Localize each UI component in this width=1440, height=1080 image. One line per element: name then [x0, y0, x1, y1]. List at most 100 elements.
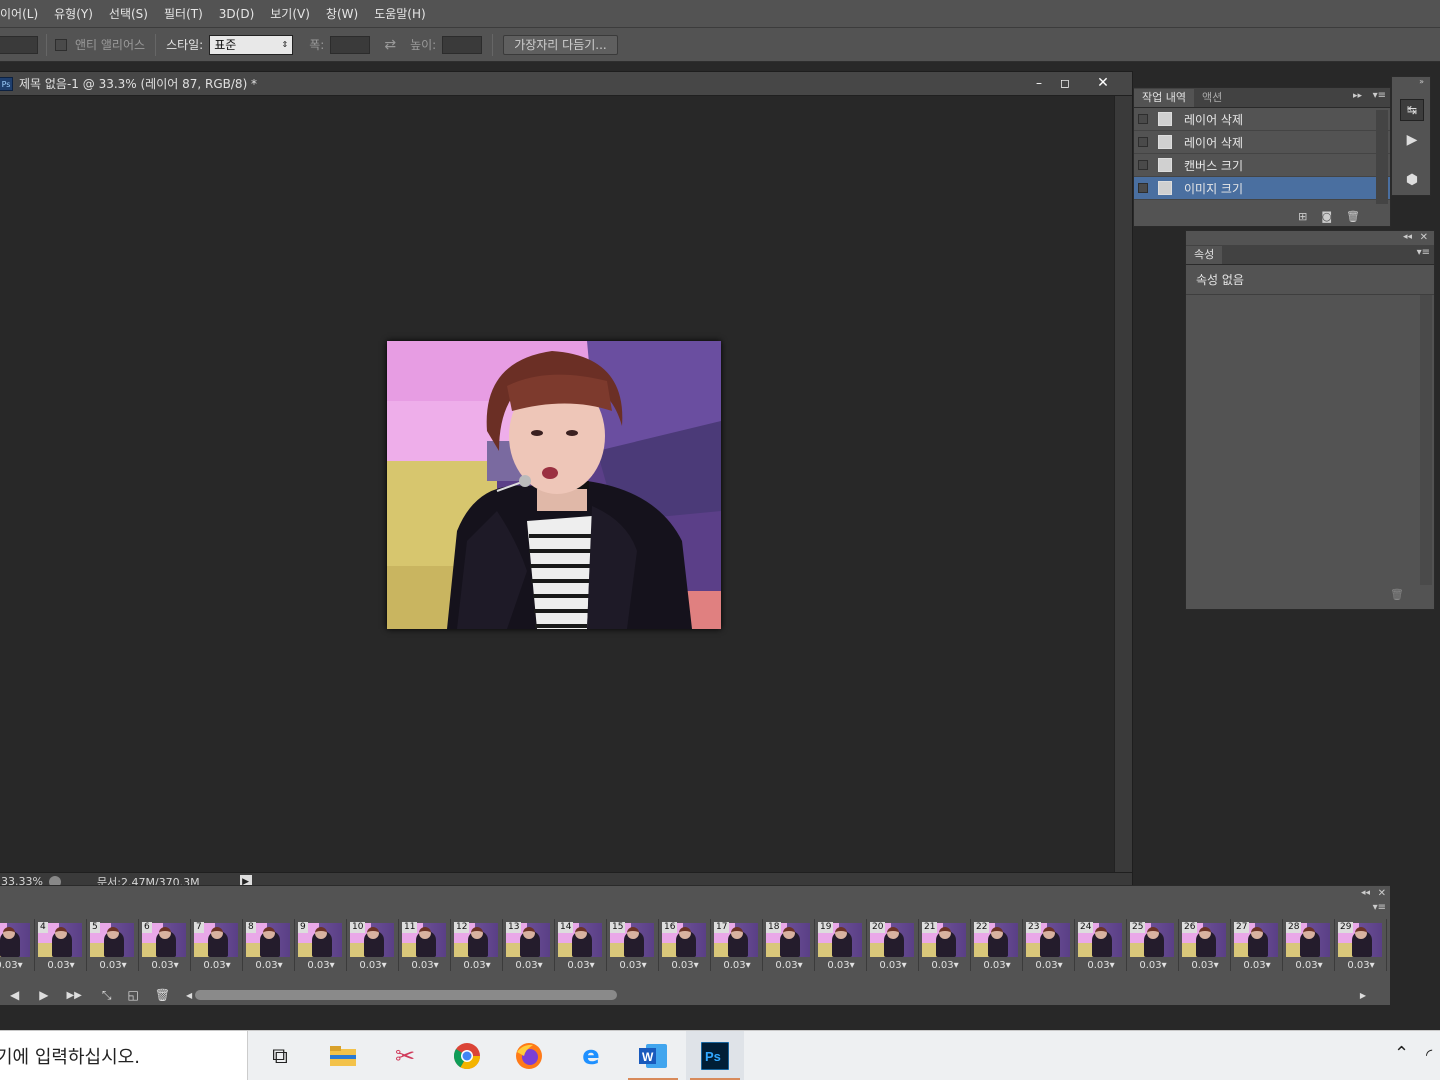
menu-view[interactable]: 보기(V) — [262, 5, 318, 22]
tab-actions[interactable]: 액션 — [1194, 89, 1230, 107]
timeline-frame[interactable]: 29 0.03▾ — [1335, 919, 1387, 971]
history-item[interactable]: 레이어 삭제 — [1134, 108, 1390, 131]
menu-window[interactable]: 창(W) — [318, 5, 366, 22]
frame-delay[interactable]: 0.03▾ — [399, 960, 451, 971]
panel-collapse-arrows-icon[interactable]: » — [1419, 77, 1424, 86]
timeline-frame[interactable]: 4 0.03▾ — [35, 919, 87, 971]
timeline-frame[interactable]: 5 0.03▾ — [87, 919, 139, 971]
trash-icon[interactable]: 🗑 — [155, 988, 170, 1002]
feather-field[interactable] — [0, 35, 38, 54]
timeline-frame[interactable]: 0.03▾ — [0, 919, 35, 971]
menu-help[interactable]: 도움말(H) — [366, 5, 434, 22]
timeline-frame[interactable]: 27 0.03▾ — [1231, 919, 1283, 971]
timeline-frame[interactable]: 21 0.03▾ — [919, 919, 971, 971]
word-icon[interactable]: W — [624, 1031, 682, 1080]
3d-panel-icon[interactable]: ⬢ — [1400, 169, 1424, 191]
panel-expand-icon[interactable]: ▸▸ — [1353, 91, 1362, 101]
timeline-frame[interactable]: 9 0.03▾ — [295, 919, 347, 971]
frame-delay[interactable]: 0.03▾ — [659, 960, 711, 971]
style-select[interactable]: 표준 ⇕ — [209, 34, 294, 55]
frame-delay[interactable]: 0.03▾ — [763, 960, 815, 971]
minimize-button[interactable]: – — [1026, 74, 1052, 92]
timeline-frame[interactable]: 15 0.03▾ — [607, 919, 659, 971]
frame-delay[interactable]: 0.03▾ — [243, 960, 295, 971]
properties-scrollbar[interactable] — [1420, 295, 1432, 585]
frame-delay[interactable]: 0.03▾ — [191, 960, 243, 971]
history-snapshot-checkbox[interactable] — [1138, 137, 1148, 147]
frame-delay[interactable]: 0.03▾ — [815, 960, 867, 971]
internet-explorer-icon[interactable]: e — [562, 1031, 620, 1080]
maximize-button[interactable]: ◻ — [1052, 74, 1078, 92]
history-item[interactable]: 레이어 삭제 — [1134, 131, 1390, 154]
chevron-up-icon[interactable]: ⌃ — [1394, 1043, 1409, 1064]
frame-delay[interactable]: 0.03▾ — [1283, 960, 1335, 971]
vertical-scrollbar[interactable] — [1114, 96, 1132, 874]
frame-delay[interactable]: 0.03▾ — [139, 960, 191, 971]
menu-type[interactable]: 유형(Y) — [46, 5, 101, 22]
timeline-frame[interactable]: 20 0.03▾ — [867, 919, 919, 971]
history-scrollbar[interactable] — [1376, 110, 1388, 204]
timeline-scrollbar-thumb[interactable] — [195, 990, 617, 1000]
frame-delay[interactable]: 0.03▾ — [555, 960, 607, 971]
trash-icon[interactable]: 🗑 — [1346, 210, 1360, 223]
frame-delay[interactable]: 0.03▾ — [1023, 960, 1075, 971]
timeline-frame[interactable]: 17 0.03▾ — [711, 919, 763, 971]
frame-delay[interactable]: 0.03▾ — [1231, 960, 1283, 971]
frame-delay[interactable]: 0.03▾ — [0, 960, 35, 971]
frame-delay[interactable]: 0.03▾ — [971, 960, 1023, 971]
frame-delay[interactable]: 0.03▾ — [711, 960, 763, 971]
history-snapshot-checkbox[interactable] — [1138, 114, 1148, 124]
scroll-left-icon[interactable]: ◀ — [186, 991, 192, 1000]
timeline-frame[interactable]: 26 0.03▾ — [1179, 919, 1231, 971]
chrome-icon[interactable] — [438, 1031, 496, 1080]
task-view-icon[interactable]: ⧉ — [251, 1031, 309, 1080]
frame-delay[interactable]: 0.03▾ — [87, 960, 139, 971]
tab-properties[interactable]: 속성 — [1186, 246, 1223, 264]
panel-menu-icon[interactable]: ▾≡ — [1373, 90, 1386, 101]
history-panel-icon[interactable]: ↹ — [1400, 99, 1424, 121]
snip-sketch-icon[interactable]: ✂ — [376, 1031, 434, 1080]
history-snapshot-checkbox[interactable] — [1138, 183, 1148, 193]
history-item-selected[interactable]: 이미지 크기 — [1134, 177, 1390, 200]
wifi-icon[interactable]: ◜ — [1426, 1045, 1432, 1064]
frame-delay[interactable]: 0.03▾ — [1127, 960, 1179, 971]
document-titlebar[interactable]: Ps 제목 없음-1 @ 33.3% (레이어 87, RGB/8) * – ◻… — [0, 72, 1132, 96]
timeline-frame[interactable]: 18 0.03▾ — [763, 919, 815, 971]
menu-3d[interactable]: 3D(D) — [211, 7, 262, 21]
timeline-frame[interactable]: 14 0.03▾ — [555, 919, 607, 971]
timeline-frame[interactable]: 11 0.03▾ — [399, 919, 451, 971]
frame-delay[interactable]: 0.03▾ — [347, 960, 399, 971]
tab-history[interactable]: 작업 내역 — [1134, 89, 1194, 107]
frame-delay[interactable]: 0.03▾ — [295, 960, 347, 971]
duplicate-frame-icon[interactable]: ◱ — [127, 988, 138, 1002]
frame-delay[interactable]: 0.03▾ — [451, 960, 503, 971]
history-snapshot-checkbox[interactable] — [1138, 160, 1148, 170]
trash-icon[interactable]: 🗑 — [1390, 588, 1404, 601]
frame-delay[interactable]: 0.03▾ — [1075, 960, 1127, 971]
timeline-frame[interactable]: 22 0.03▾ — [971, 919, 1023, 971]
tween-icon[interactable]: ⤡ — [102, 988, 112, 1003]
file-explorer-icon[interactable] — [314, 1031, 372, 1080]
timeline-frame[interactable]: 7 0.03▾ — [191, 919, 243, 971]
height-field[interactable] — [442, 35, 483, 54]
timeline-frame[interactable]: 25 0.03▾ — [1127, 919, 1179, 971]
panel-collapse-arrows-icon[interactable]: ◂◂ — [1403, 232, 1412, 242]
close-icon[interactable]: ✕ — [1420, 232, 1428, 243]
width-field[interactable] — [330, 35, 371, 54]
next-frame-icon[interactable]: ▶▶ — [66, 990, 81, 1001]
panel-menu-icon[interactable]: ▾≡ — [1373, 902, 1386, 913]
close-icon[interactable]: ✕ — [1378, 888, 1386, 899]
timeline-frame[interactable]: 24 0.03▾ — [1075, 919, 1127, 971]
frame-delay[interactable]: 0.03▾ — [867, 960, 919, 971]
swap-icon[interactable]: ⇄ — [384, 37, 396, 53]
camera-icon[interactable]: ◙ — [1321, 210, 1332, 223]
photoshop-taskbar-icon[interactable]: Ps — [686, 1031, 744, 1080]
frame-delay[interactable]: 0.03▾ — [1335, 960, 1387, 971]
timeline-frame[interactable]: 10 0.03▾ — [347, 919, 399, 971]
frame-delay[interactable]: 0.03▾ — [919, 960, 971, 971]
timeline-frame[interactable]: 8 0.03▾ — [243, 919, 295, 971]
timeline-frame[interactable]: 28 0.03▾ — [1283, 919, 1335, 971]
timeline-frame[interactable]: 12 0.03▾ — [451, 919, 503, 971]
menu-layer[interactable]: 이어(L) — [0, 5, 46, 22]
firefox-icon[interactable] — [500, 1031, 558, 1080]
